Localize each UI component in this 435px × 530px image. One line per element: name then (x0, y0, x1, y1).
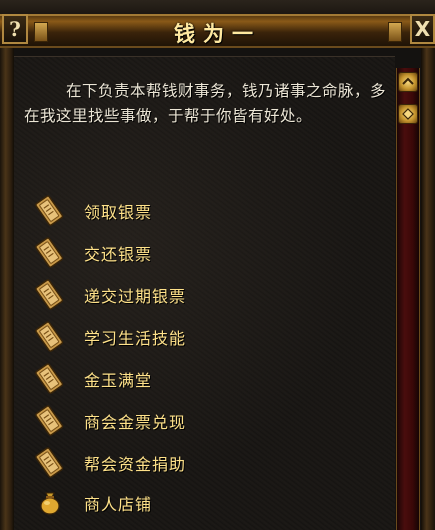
diamond-icon (402, 108, 414, 120)
dialog-content: 在下负责本帮钱财事务，钱乃诸事之命脉，多在我这里找些事做，于帮于你皆有好处。 领… (14, 56, 395, 530)
chevron-up-icon (402, 77, 414, 85)
option-item-4[interactable]: 金玉满堂 (34, 361, 334, 395)
scroll-icon (34, 445, 66, 479)
frame-left-border (0, 48, 14, 530)
scroll-icon (34, 361, 66, 395)
npc-dialog-window: 钱为一 ? X 在下负责本帮钱财事务，钱乃诸事之命脉，多在我这里找些事做，于帮于… (0, 0, 435, 530)
option-label: 学习生活技能 (84, 329, 187, 348)
scroll-icon (34, 403, 66, 437)
option-item-6[interactable]: 帮会资金捐助 (34, 445, 334, 479)
option-item-7[interactable]: 商人店铺 (34, 485, 334, 519)
title-bar[interactable]: 钱为一 (0, 14, 435, 48)
scroll-icon (34, 319, 66, 353)
option-item-0[interactable]: 领取银票 (34, 193, 334, 227)
option-label: 金玉满堂 (84, 371, 153, 390)
money-bag-icon (34, 485, 66, 519)
option-item-5[interactable]: 商会金票兑现 (34, 403, 334, 437)
scroll-icon (34, 277, 66, 311)
option-label: 递交过期银票 (84, 287, 187, 306)
option-label: 交还银票 (84, 245, 153, 264)
help-button[interactable]: ? (2, 14, 28, 44)
window-title: 钱为一 (174, 21, 261, 46)
scrollbar[interactable] (396, 68, 420, 530)
option-label: 领取银票 (84, 203, 153, 222)
option-item-1[interactable]: 交还银票 (34, 235, 334, 269)
option-label: 商人店铺 (84, 495, 153, 514)
scroll-thumb[interactable] (398, 104, 418, 124)
close-button[interactable]: X (410, 14, 435, 44)
scroll-icon (34, 235, 66, 269)
scroll-up-button[interactable] (398, 72, 418, 92)
option-item-3[interactable]: 学习生活技能 (34, 319, 334, 353)
scroll-icon (34, 193, 66, 227)
option-item-2[interactable]: 递交过期银票 (34, 277, 334, 311)
option-label: 帮会资金捐助 (84, 455, 187, 474)
option-label: 商会金票兑现 (84, 413, 187, 432)
frame-right-border (421, 48, 435, 530)
npc-intro-text: 在下负责本帮钱财事务，钱乃诸事之命脉，多在我这里找些事做，于帮于你皆有好处。 (24, 82, 387, 125)
